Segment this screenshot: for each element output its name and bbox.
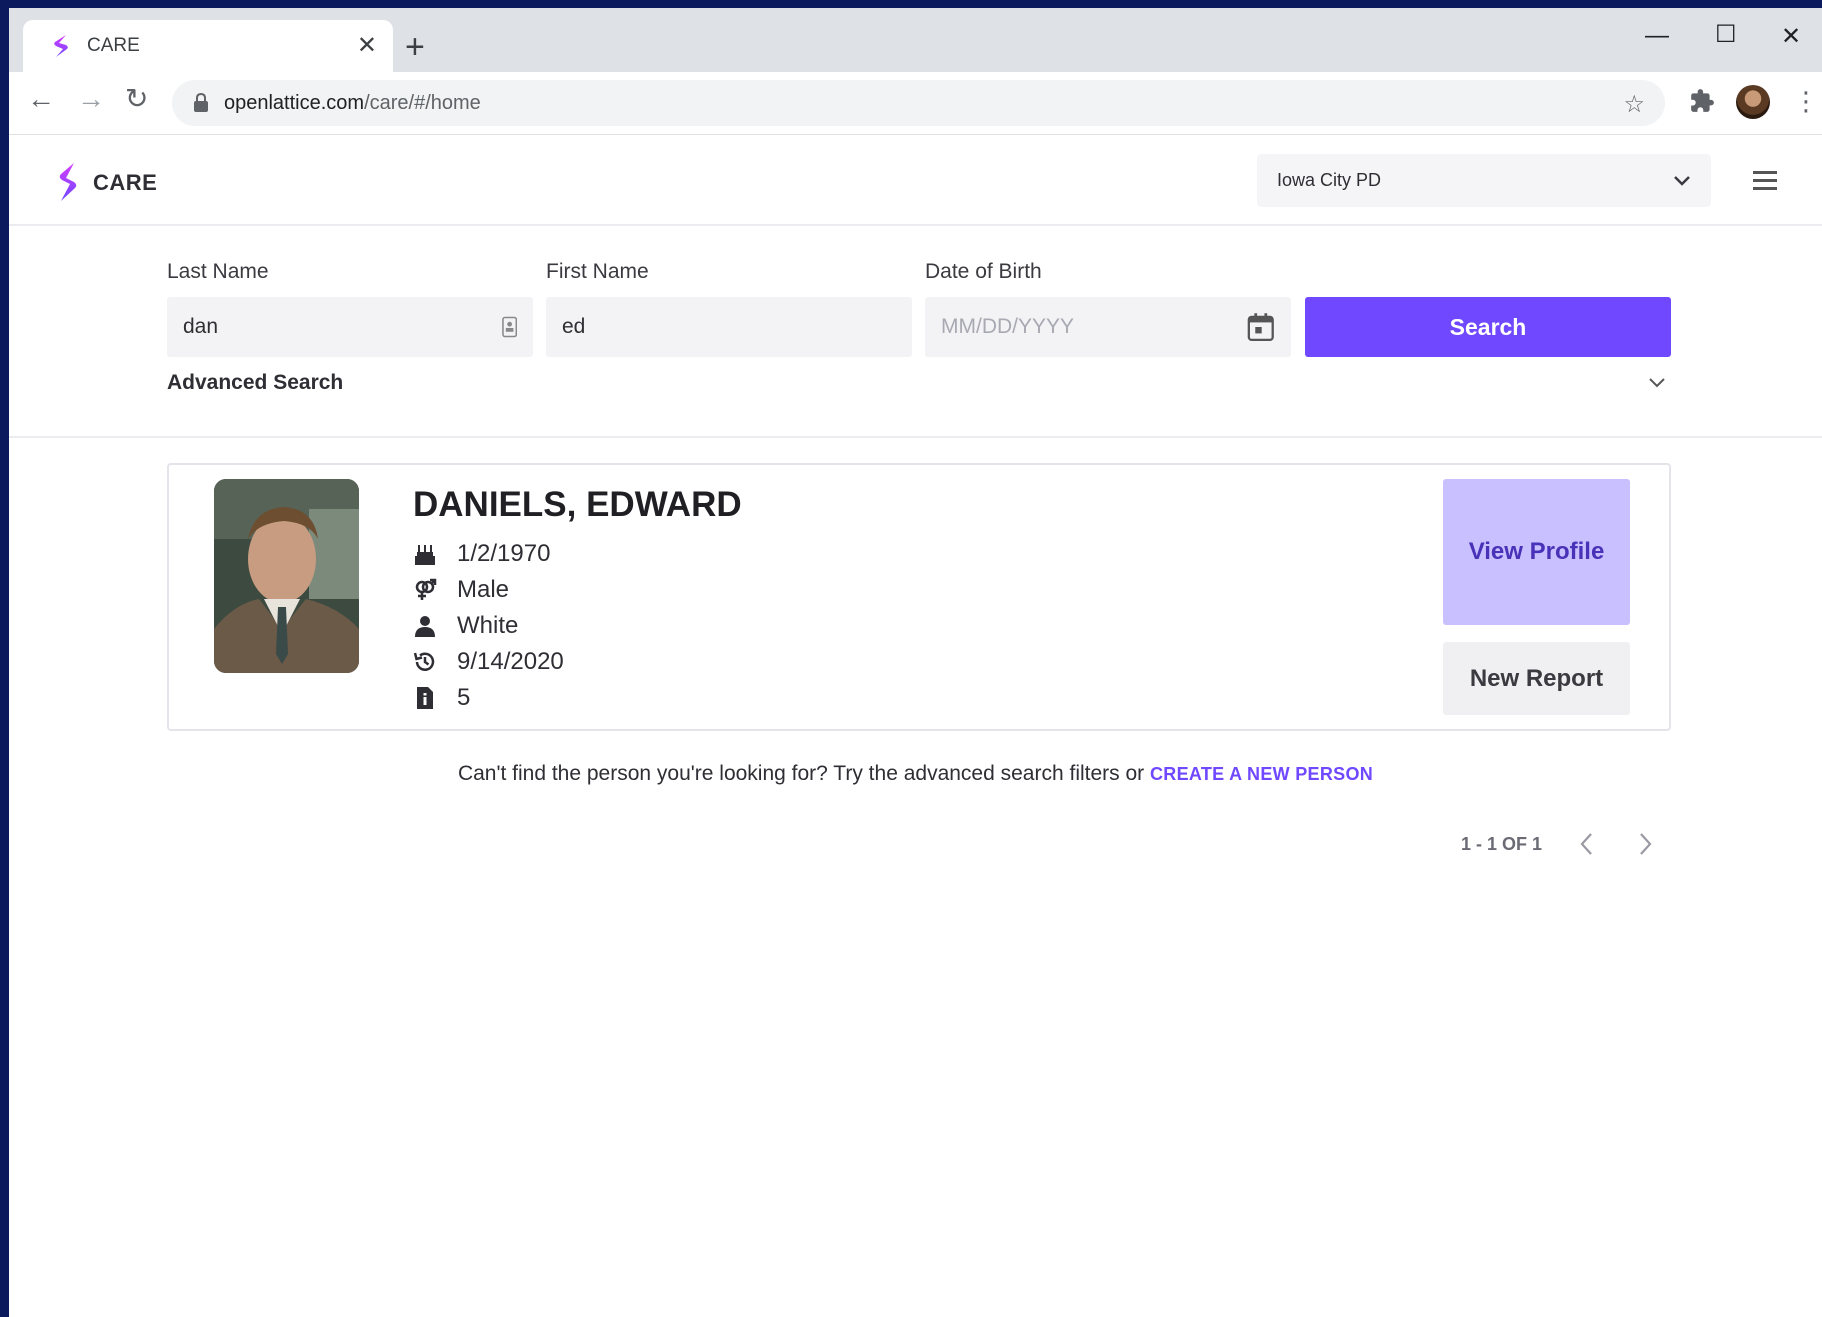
browser-tab[interactable]: CARE ✕ bbox=[23, 20, 393, 72]
url-path: /care/#/home bbox=[364, 91, 481, 114]
dob-value: 1/2/1970 bbox=[457, 540, 551, 567]
last-seen-value: 9/14/2020 bbox=[457, 648, 564, 675]
not-found-help: Can't find the person you're looking for… bbox=[9, 762, 1822, 786]
view-profile-button[interactable]: View Profile bbox=[1443, 479, 1630, 625]
first-name-input[interactable] bbox=[562, 315, 896, 339]
cake-icon bbox=[415, 545, 435, 565]
race-row: White bbox=[413, 612, 518, 640]
pagination-summary: 1 - 1 OF 1 bbox=[1461, 834, 1543, 854]
hamburger-menu-icon[interactable] bbox=[1753, 169, 1777, 191]
tab-strip: CARE ✕ + — ☐ ✕ bbox=[9, 8, 1822, 72]
reload-icon[interactable]: ↻ bbox=[125, 85, 148, 113]
last-name-label: Last Name bbox=[167, 260, 269, 283]
agency-select-value: Iowa City PD bbox=[1277, 170, 1382, 190]
browser-toolbar: ← → ↻ openlattice.com/care/#/home ☆ ⋮ bbox=[9, 72, 1822, 135]
agency-select[interactable]: Iowa City PD bbox=[1257, 154, 1711, 207]
person-photo bbox=[214, 479, 359, 673]
report-count-value: 5 bbox=[457, 684, 471, 711]
new-tab-icon[interactable]: + bbox=[405, 30, 425, 64]
chevron-left-icon[interactable] bbox=[1575, 830, 1599, 858]
url-host: openlattice.com bbox=[224, 91, 365, 114]
person-result-card: DANIELS, EDWARD 1/2/1970 Male White 9/14… bbox=[167, 463, 1671, 731]
profile-avatar[interactable] bbox=[1736, 85, 1770, 119]
bookmark-star-icon[interactable]: ☆ bbox=[1623, 90, 1645, 119]
reports-row: 5 bbox=[413, 684, 470, 712]
search-button[interactable]: Search bbox=[1305, 297, 1671, 357]
venus-mars-icon bbox=[415, 578, 437, 600]
advanced-search-toggle[interactable]: Advanced Search bbox=[167, 371, 343, 395]
chevron-down-icon bbox=[1674, 175, 1690, 186]
address-bar[interactable]: openlattice.com/care/#/home ☆ bbox=[172, 80, 1665, 126]
care-favicon-icon bbox=[54, 35, 68, 57]
create-new-person-link[interactable]: CREATE A NEW PERSON bbox=[1150, 764, 1373, 784]
browser-window: CARE ✕ + — ☐ ✕ ← → ↻ openlattice.com/car… bbox=[9, 8, 1822, 1317]
first-name-label: First Name bbox=[546, 260, 649, 283]
calendar-icon[interactable] bbox=[1247, 311, 1275, 343]
app-root: CARE Iowa City PD Last Name First Name D… bbox=[9, 136, 1822, 1317]
contact-card-icon bbox=[501, 316, 517, 338]
race-value: White bbox=[457, 612, 519, 639]
tab-close-icon[interactable]: ✕ bbox=[357, 34, 377, 58]
dob-input[interactable] bbox=[941, 315, 1248, 339]
app-header: CARE Iowa City PD bbox=[9, 136, 1822, 226]
close-window-icon[interactable]: ✕ bbox=[1781, 22, 1801, 51]
care-logo-icon[interactable] bbox=[57, 162, 79, 202]
chevron-right-icon[interactable] bbox=[1633, 830, 1657, 858]
history-icon bbox=[413, 652, 435, 671]
search-panel: Last Name First Name Date of Birth Searc… bbox=[9, 228, 1822, 438]
browser-menu-icon[interactable]: ⋮ bbox=[1793, 88, 1819, 114]
forward-icon[interactable]: → bbox=[77, 85, 105, 113]
person-name: DANIELS, EDWARD bbox=[413, 485, 742, 524]
last-seen-row: 9/14/2020 bbox=[413, 648, 564, 676]
lock-icon bbox=[194, 93, 208, 112]
extensions-puzzle-icon[interactable] bbox=[1689, 88, 1715, 114]
sex-row: Male bbox=[413, 576, 509, 604]
help-text: Can't find the person you're looking for… bbox=[457, 762, 1150, 785]
maximize-icon[interactable]: ☐ bbox=[1715, 20, 1737, 49]
last-name-field[interactable] bbox=[167, 297, 533, 357]
user-icon bbox=[415, 616, 435, 637]
back-icon[interactable]: ← bbox=[27, 85, 55, 113]
url-text: openlattice.com/care/#/home bbox=[224, 92, 481, 115]
dob-field[interactable] bbox=[925, 297, 1291, 357]
new-report-button[interactable]: New Report bbox=[1443, 642, 1630, 715]
chevron-down-icon[interactable] bbox=[1647, 373, 1667, 393]
dob-label: Date of Birth bbox=[925, 260, 1042, 283]
app-title: CARE bbox=[93, 170, 158, 195]
minimize-icon[interactable]: — bbox=[1645, 22, 1669, 50]
person-photo-image bbox=[214, 479, 359, 673]
sex-value: Male bbox=[457, 576, 510, 603]
dob-row: 1/2/1970 bbox=[413, 540, 550, 568]
last-name-input[interactable] bbox=[183, 315, 502, 339]
file-info-icon bbox=[417, 687, 433, 709]
first-name-field[interactable] bbox=[546, 297, 912, 357]
tab-title: CARE bbox=[87, 35, 140, 56]
